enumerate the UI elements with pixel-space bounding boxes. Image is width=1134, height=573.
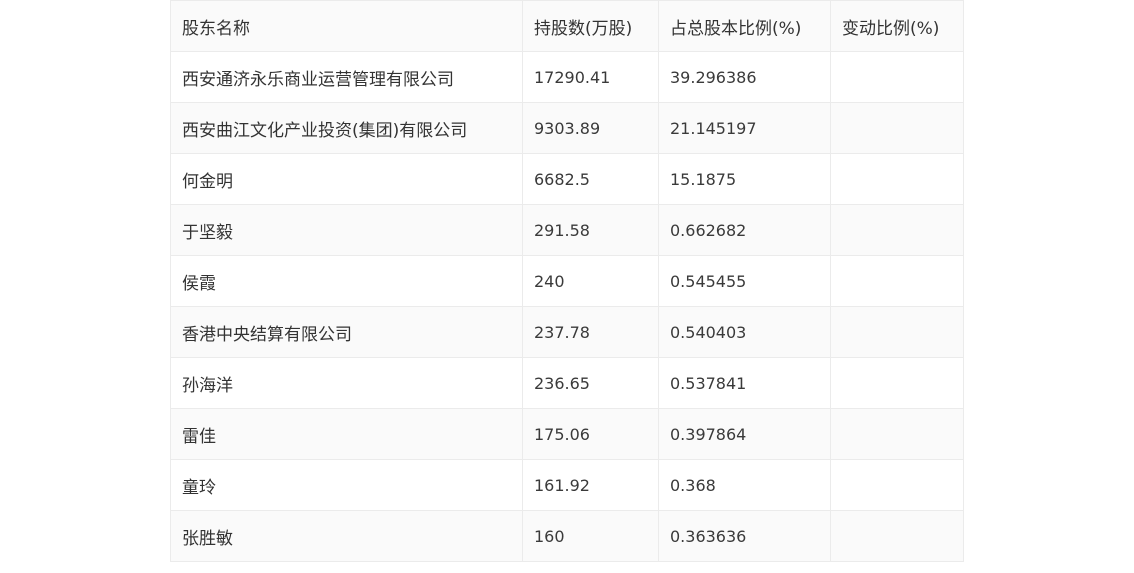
header-shares: 持股数(万股) — [522, 0, 659, 52]
cell-shares: 236.65 — [522, 357, 659, 409]
cell-ratio: 15.1875 — [658, 153, 831, 205]
cell-shareholder-name: 雷佳 — [170, 408, 523, 460]
cell-shares: 291.58 — [522, 204, 659, 256]
table-body: 西安通济永乐商业运营管理有限公司 17290.41 39.296386 西安曲江… — [170, 51, 964, 562]
table-row: 何金明 6682.5 15.1875 — [170, 153, 964, 205]
cell-shares: 17290.41 — [522, 51, 659, 103]
table-row: 雷佳 175.06 0.397864 — [170, 408, 964, 460]
cell-change — [830, 357, 964, 409]
header-ratio: 占总股本比例(%) — [658, 0, 831, 52]
header-shareholder-name: 股东名称 — [170, 0, 523, 52]
cell-change — [830, 408, 964, 460]
cell-shareholder-name: 于坚毅 — [170, 204, 523, 256]
cell-ratio: 0.537841 — [658, 357, 831, 409]
cell-ratio: 0.397864 — [658, 408, 831, 460]
cell-shareholder-name: 西安曲江文化产业投资(集团)有限公司 — [170, 102, 523, 154]
cell-shareholder-name: 香港中央结算有限公司 — [170, 306, 523, 358]
cell-shares: 175.06 — [522, 408, 659, 460]
cell-shareholder-name: 侯霞 — [170, 255, 523, 307]
table-row: 香港中央结算有限公司 237.78 0.540403 — [170, 306, 964, 358]
table-row: 西安曲江文化产业投资(集团)有限公司 9303.89 21.145197 — [170, 102, 964, 154]
cell-change — [830, 153, 964, 205]
cell-ratio: 0.368 — [658, 459, 831, 511]
table-row: 侯霞 240 0.545455 — [170, 255, 964, 307]
cell-shares: 237.78 — [522, 306, 659, 358]
cell-change — [830, 510, 964, 562]
cell-shareholder-name: 张胜敏 — [170, 510, 523, 562]
cell-ratio: 0.662682 — [658, 204, 831, 256]
table-row: 西安通济永乐商业运营管理有限公司 17290.41 39.296386 — [170, 51, 964, 103]
cell-shares: 161.92 — [522, 459, 659, 511]
cell-ratio: 0.540403 — [658, 306, 831, 358]
cell-change — [830, 102, 964, 154]
shareholder-table-container: 股东名称 持股数(万股) 占总股本比例(%) 变动比例(%) 西安通济永乐商业运… — [170, 0, 964, 562]
cell-change — [830, 459, 964, 511]
cell-ratio: 0.545455 — [658, 255, 831, 307]
table-row: 于坚毅 291.58 0.662682 — [170, 204, 964, 256]
cell-shares: 9303.89 — [522, 102, 659, 154]
cell-change — [830, 255, 964, 307]
cell-ratio: 0.363636 — [658, 510, 831, 562]
cell-ratio: 21.145197 — [658, 102, 831, 154]
table-row: 童玲 161.92 0.368 — [170, 459, 964, 511]
header-row: 股东名称 持股数(万股) 占总股本比例(%) 变动比例(%) — [170, 0, 964, 52]
cell-shareholder-name: 何金明 — [170, 153, 523, 205]
cell-change — [830, 204, 964, 256]
cell-shareholder-name: 西安通济永乐商业运营管理有限公司 — [170, 51, 523, 103]
cell-ratio: 39.296386 — [658, 51, 831, 103]
cell-shareholder-name: 童玲 — [170, 459, 523, 511]
shareholder-table: 股东名称 持股数(万股) 占总股本比例(%) 变动比例(%) 西安通济永乐商业运… — [170, 0, 964, 562]
table-header: 股东名称 持股数(万股) 占总股本比例(%) 变动比例(%) — [170, 0, 964, 52]
cell-shareholder-name: 孙海洋 — [170, 357, 523, 409]
cell-shares: 240 — [522, 255, 659, 307]
table-row: 张胜敏 160 0.363636 — [170, 510, 964, 562]
header-change: 变动比例(%) — [830, 0, 964, 52]
cell-change — [830, 306, 964, 358]
cell-shares: 160 — [522, 510, 659, 562]
cell-change — [830, 51, 964, 103]
table-row: 孙海洋 236.65 0.537841 — [170, 357, 964, 409]
cell-shares: 6682.5 — [522, 153, 659, 205]
